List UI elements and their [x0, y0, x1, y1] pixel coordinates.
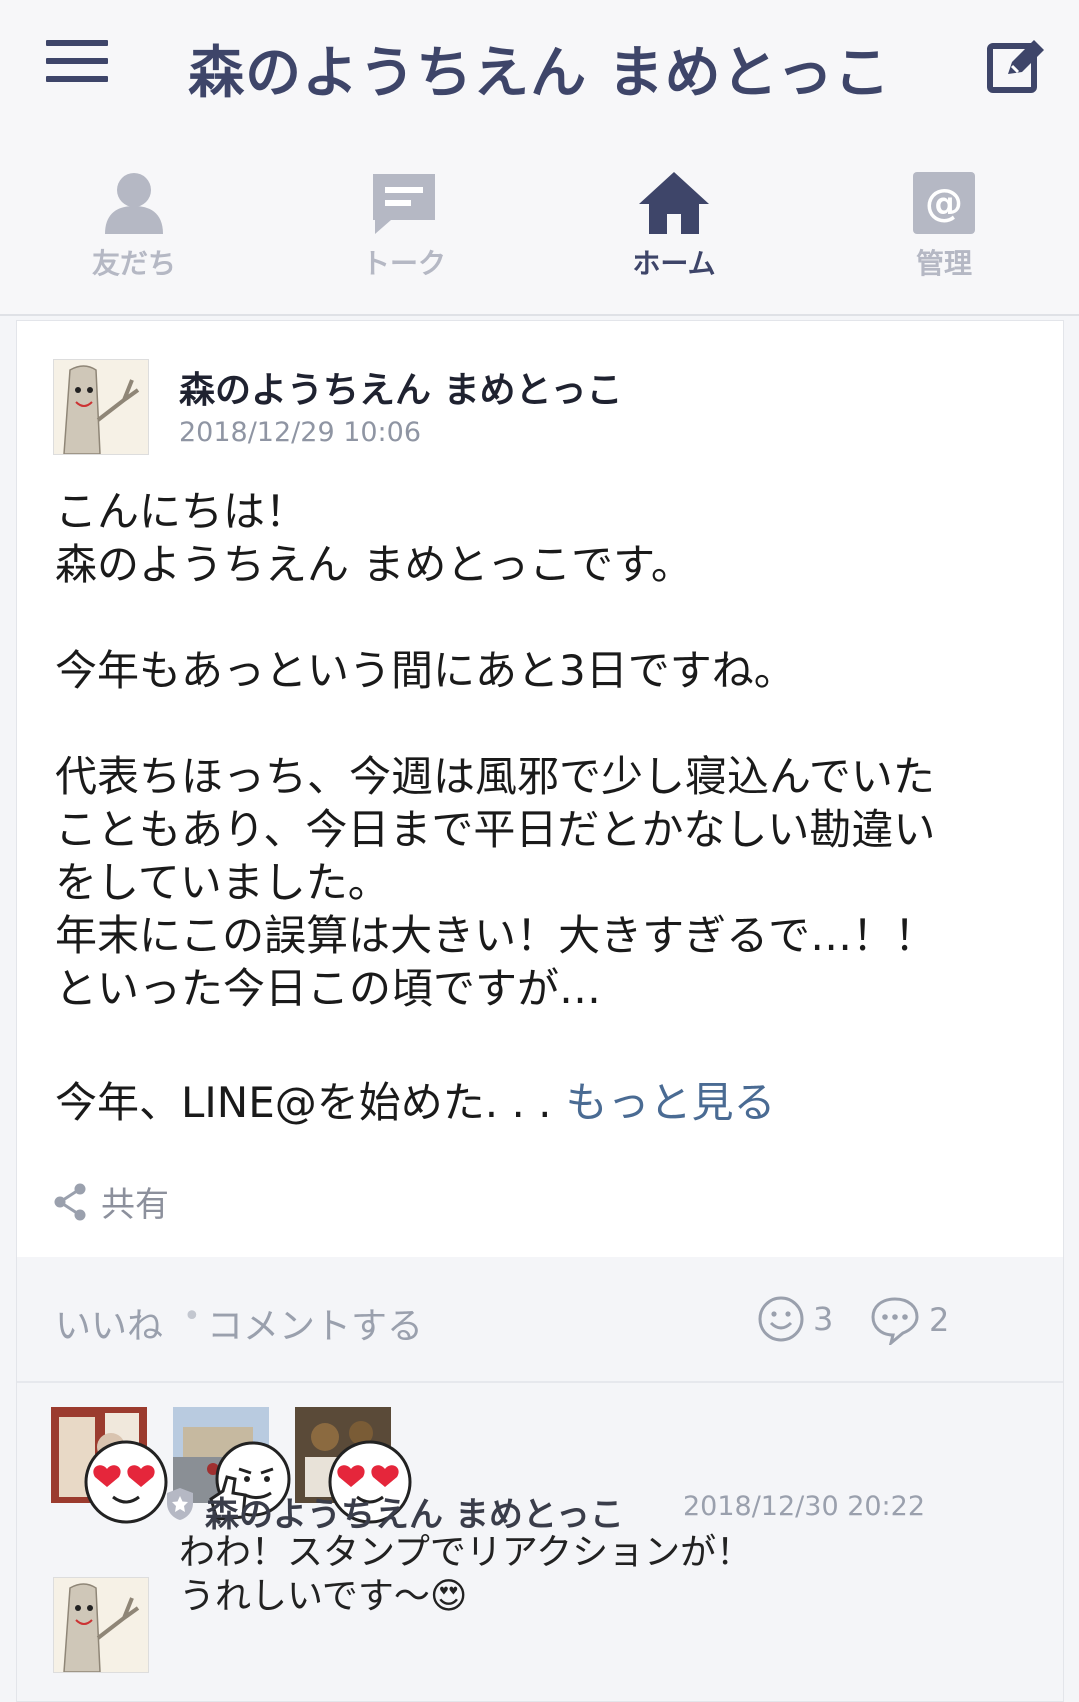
share-label: 共有 [101, 1185, 169, 1225]
post-truncated-text: 今年、LINE@を始めた. . . [55, 1078, 552, 1127]
tab-home-label: ホーム [632, 247, 716, 280]
tab-manage[interactable]: @ 管理 [844, 170, 1044, 282]
reaction-count-button[interactable]: 3 [757, 1295, 833, 1343]
chat-bubble-icon [373, 174, 435, 234]
like-button[interactable]: いいね [55, 1297, 163, 1349]
hamburger-menu-icon[interactable] [46, 40, 108, 88]
comment-timestamp: 2018/12/30 20:22 [683, 1491, 926, 1522]
avatar[interactable] [53, 359, 149, 455]
reaction-item[interactable] [51, 1407, 171, 1524]
tab-home[interactable]: ホーム [574, 170, 774, 282]
heart-eyes-face-icon [84, 1440, 168, 1524]
comment-text: わわ！スタンプでリアクションが！ うれしいです〜😍 [179, 1532, 753, 1617]
svg-text:@: @ [925, 181, 963, 225]
share-icon [54, 1183, 86, 1220]
top-bar: 森のようちえん まめとっこ [0, 0, 1079, 130]
tab-friends[interactable]: 友だち [34, 170, 234, 282]
see-more-link[interactable]: もっと見る [566, 1078, 776, 1127]
post-card: 森のようちえん まめとっこ 2018/12/29 10:06 こんにちは！ 森の… [16, 320, 1064, 1702]
official-badge-icon [167, 1488, 193, 1520]
page-title: 森のようちえん まめとっこ [188, 41, 891, 106]
reaction-count: 3 [813, 1300, 834, 1338]
comment-count-button[interactable]: 2 [869, 1295, 950, 1348]
person-icon [105, 173, 163, 234]
smiley-icon [758, 1296, 804, 1342]
tab-manage-label: 管理 [915, 247, 972, 280]
post-body-text: こんにちは！ 森のようちえん まめとっこです。 今年もあっという間にあと3日です… [55, 487, 937, 1013]
tab-talk[interactable]: トーク [304, 170, 504, 282]
comment-button[interactable]: コメントする [207, 1297, 423, 1349]
tab-talk-label: トーク [361, 247, 446, 280]
comment-author-name[interactable]: 森のようちえん まめとっこ [205, 1487, 624, 1536]
comment-bubble-icon [871, 1297, 919, 1348]
at-sign-icon: @ [913, 172, 975, 234]
post-truncated-line: 今年、LINE@を始めた. . . もっと見る [55, 1069, 776, 1130]
tree-mascot-image [54, 360, 148, 454]
tab-bar: 友だち トーク ホーム @ 管理 [0, 130, 1079, 316]
post-action-bar: いいね • コメントする 3 2 [17, 1257, 1063, 1383]
compose-edit-icon[interactable] [986, 34, 1048, 96]
tree-mascot-image [54, 1578, 148, 1672]
post-author-name[interactable]: 森のようちえん まめとっこ [179, 361, 622, 413]
home-icon [639, 172, 709, 234]
tab-friends-label: 友だち [91, 247, 176, 280]
action-separator: • [183, 1299, 201, 1334]
share-button[interactable]: 共有 [53, 1177, 169, 1226]
comment-avatar[interactable] [53, 1577, 149, 1673]
post-timestamp: 2018/12/29 10:06 [179, 417, 422, 448]
comment-count: 2 [929, 1301, 950, 1339]
